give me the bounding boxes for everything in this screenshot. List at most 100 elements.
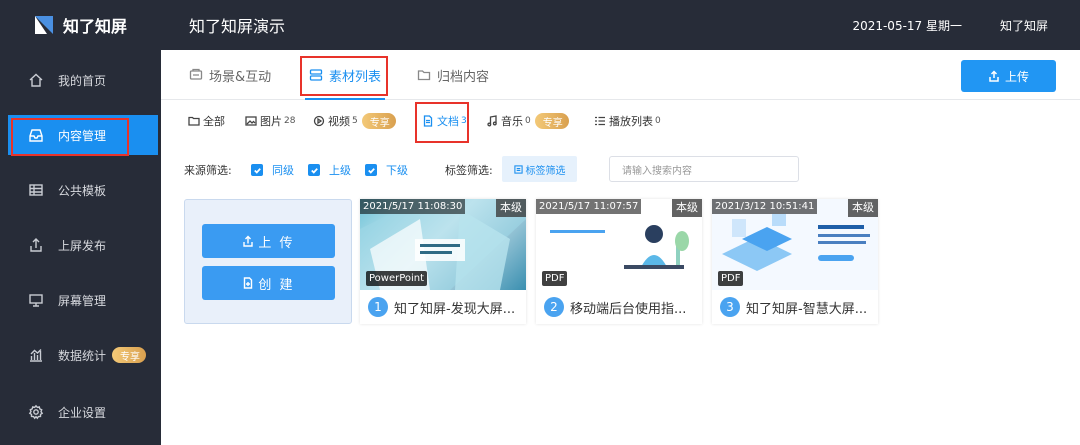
filter-images[interactable]: 图片 28 <box>245 112 295 130</box>
tag-icon <box>513 164 523 174</box>
vip-badge: 专享 <box>112 347 147 363</box>
sidebar-item-publish[interactable]: 上屏发布 <box>8 225 158 265</box>
filter-count: 0 <box>525 116 531 126</box>
check-icon <box>365 164 377 176</box>
sidebar-item-label: 屏幕管理 <box>58 293 107 308</box>
source-same-level-checkbox[interactable]: 同级 <box>251 162 294 178</box>
card-file-type: PDF <box>718 271 744 286</box>
material-card[interactable]: 2021/3/12 10:51:41 本级 PDF 3 知了知屏-智慧大屏... <box>712 199 878 324</box>
sidebar-item-templates[interactable]: 公共模板 <box>8 170 158 210</box>
upload-file-button[interactable]: 上 传 <box>202 224 335 258</box>
folder-icon <box>188 116 200 126</box>
tab-label: 归档内容 <box>437 69 490 85</box>
filter-label: 播放列表 <box>609 115 653 128</box>
card-timestamp: 2021/5/17 11:08:30 <box>360 199 466 214</box>
sidebar-item-stats[interactable]: 数据统计 专享 <box>8 335 158 375</box>
sidebar-item-settings[interactable]: 企业设置 <box>8 392 158 432</box>
search-placeholder: 请输入搜索内容 <box>622 165 692 177</box>
card-thumbnail: 2021/5/17 11:08:30 本级 PowerPoint <box>360 199 526 290</box>
tab-archive[interactable]: 归档内容 <box>417 50 489 100</box>
table-icon <box>29 184 43 196</box>
filter-count: 28 <box>284 116 296 126</box>
upload-label: 上 传 <box>258 235 295 251</box>
home-icon <box>29 73 43 87</box>
tab-scenes[interactable]: 场景&互动 <box>189 50 271 100</box>
page-title: 知了知屏演示 <box>189 17 286 36</box>
card-file-type: PowerPoint <box>366 271 428 286</box>
upload-icon <box>243 235 254 247</box>
sidebar-item-label: 我的首页 <box>58 73 107 88</box>
filter-music[interactable]: 音乐 0 专享 <box>486 112 569 130</box>
user-name[interactable]: 知了知屏 <box>1000 17 1048 34</box>
card-level-badge: 本级 <box>496 199 526 217</box>
card-caption: 1 知了知屏-发现大屏... <box>360 290 526 324</box>
filter-all[interactable]: 全部 <box>188 112 225 130</box>
monitor-icon <box>29 294 43 307</box>
logo[interactable]: 知了知屏 <box>0 0 161 50</box>
filter-label: 音乐 <box>501 115 523 128</box>
tab-label: 场景&互动 <box>209 69 272 85</box>
card-index: 1 <box>368 297 388 317</box>
sidebar-item-home[interactable]: 我的首页 <box>8 60 158 100</box>
sidebar-item-screens[interactable]: 屏幕管理 <box>8 280 158 320</box>
checkbox-label: 上级 <box>329 164 351 177</box>
filter-label: 视频 <box>328 115 350 128</box>
chart-icon <box>30 349 42 362</box>
check-icon <box>251 164 263 176</box>
top-bar: 知了知屏演示 2021-05-17 星期一 知了知屏 <box>161 0 1080 50</box>
play-icon <box>313 115 325 127</box>
folder-icon <box>417 70 431 81</box>
card-index: 3 <box>720 297 740 317</box>
create-button[interactable]: 创 建 <box>202 266 335 300</box>
card-level-badge: 本级 <box>848 199 878 217</box>
sidebar: 知了知屏 我的首页 内容管理 公共模板 上屏发布 屏幕管理 数据统计 专享 企业… <box>0 0 161 445</box>
card-title: 知了知屏-发现大屏... <box>394 301 516 317</box>
card-title: 移动端后台使用指... <box>570 301 687 317</box>
checkbox-label: 下级 <box>386 164 408 177</box>
sidebar-item-label: 公共模板 <box>58 183 107 198</box>
vip-badge: 专享 <box>534 113 569 129</box>
tab-bar: 场景&互动 素材列表 归档内容 上传 <box>161 50 1080 100</box>
new-item-panel: 上 传 创 建 <box>184 199 352 324</box>
card-timestamp: 2021/5/17 11:07:57 <box>536 199 642 214</box>
upload-icon <box>30 238 42 252</box>
card-caption: 2 移动端后台使用指... <box>536 290 702 324</box>
card-title: 知了知屏-智慧大屏... <box>746 301 868 317</box>
search-input[interactable]: 请输入搜索内容 <box>609 156 799 182</box>
card-file-type: PDF <box>542 271 568 286</box>
filter-playlists[interactable]: 播放列表 0 <box>594 112 661 130</box>
sidebar-item-content[interactable]: 内容管理 <box>8 115 158 156</box>
card-thumbnail: 2021/5/17 11:07:57 本级 PDF <box>536 199 702 290</box>
source-filter-label: 来源筛选: <box>184 164 232 177</box>
gear-icon <box>28 404 44 420</box>
app-name: 知了知屏 <box>63 17 128 36</box>
current-date: 2021-05-17 星期一 <box>852 18 962 33</box>
card-thumbnail: 2021/3/12 10:51:41 本级 PDF <box>712 199 878 290</box>
tag-filter-button-label: 标签筛选 <box>525 165 566 177</box>
vip-badge: 专享 <box>361 113 396 129</box>
inbox-icon <box>29 129 43 142</box>
logo-icon <box>35 16 53 34</box>
material-card[interactable]: 2021/5/17 11:07:57 本级 PDF 2 移动端后台使用指... <box>536 199 702 324</box>
filter-videos[interactable]: 视频 5 专享 <box>313 112 396 130</box>
source-upper-level-checkbox[interactable]: 上级 <box>308 162 351 178</box>
image-icon <box>245 116 257 126</box>
tag-filter-label: 标签筛选: <box>445 164 493 177</box>
filter-label: 图片 <box>260 115 282 128</box>
upload-button-label: 上传 <box>1004 69 1029 84</box>
checkbox-label: 同级 <box>272 164 294 177</box>
material-card[interactable]: 2021/5/17 11:08:30 本级 PowerPoint 1 知了知屏-… <box>360 199 526 324</box>
highlight-box <box>415 102 469 143</box>
sidebar-item-label: 上屏发布 <box>58 238 107 253</box>
sidebar-item-label: 企业设置 <box>58 405 107 420</box>
sidebar-item-label: 数据统计 <box>58 348 107 363</box>
card-level-badge: 本级 <box>672 199 702 217</box>
card-index: 2 <box>544 297 564 317</box>
filter-label: 全部 <box>203 115 225 128</box>
highlight-box <box>300 56 388 96</box>
playlist-icon <box>595 116 605 126</box>
music-icon <box>487 115 497 127</box>
upload-button[interactable]: 上传 <box>961 60 1056 92</box>
source-lower-level-checkbox[interactable]: 下级 <box>365 162 408 178</box>
tag-filter-button[interactable]: 标签筛选 <box>502 156 577 182</box>
